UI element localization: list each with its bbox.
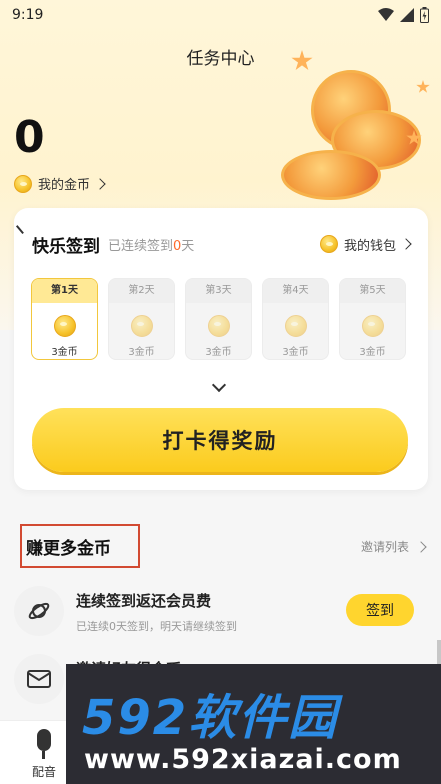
task-desc: 已连续0天签到，明天请继续签到 — [76, 620, 237, 633]
chevron-right-icon — [94, 177, 106, 190]
day-amount: 3金币 — [51, 347, 78, 358]
day-label: 第5天 — [340, 279, 405, 303]
watermark-url: www.592xiazai.com — [84, 744, 402, 775]
status-icons — [378, 7, 429, 23]
coin-icon — [53, 315, 76, 337]
coin-icon — [14, 174, 32, 193]
watermark-brand: 592软件园 — [82, 690, 339, 746]
checkin-title-text: 快乐签到 — [32, 236, 100, 257]
wallet-link[interactable]: 我的钱包 — [319, 235, 412, 254]
coin-stack-illustration — [271, 40, 441, 210]
coin-icon — [319, 235, 338, 253]
battery-icon — [420, 7, 429, 23]
day-label: 第4天 — [263, 279, 328, 303]
my-coins-link[interactable]: 我的金币 — [14, 174, 106, 193]
day-amount: 3金币 — [128, 347, 155, 358]
planet-icon — [14, 586, 64, 636]
signal-icon — [400, 8, 414, 22]
day-label: 第2天 — [109, 279, 174, 303]
checkin-card: 快乐签到 已连续签到0天 我的钱包 第1天 3金币 第2天 3金币 第3天 3金… — [14, 208, 428, 490]
tab-voice-label: 配音 — [31, 765, 56, 779]
streak-text: 已连续签到0天 — [108, 235, 194, 254]
microphone-icon — [37, 729, 51, 759]
task-checkin-button[interactable]: 签到 — [346, 594, 414, 626]
mail-icon — [14, 654, 64, 704]
status-bar: 9:19 — [0, 0, 441, 30]
day-card-4[interactable]: 第4天 3金币 — [262, 278, 329, 360]
invite-list-label: 邀请列表 — [360, 540, 409, 554]
my-coins-label: 我的金币 — [38, 178, 91, 193]
tab-voice[interactable]: 配音 — [18, 729, 70, 780]
invite-list-link[interactable]: 邀请列表 — [360, 538, 427, 555]
earn-more-title-text: 赚更多金币 — [26, 538, 111, 559]
wallet-label: 我的钱包 — [343, 238, 396, 254]
streak-suffix: 天 — [181, 238, 195, 254]
status-time: 9:19 — [12, 7, 44, 23]
day-amount: 3金币 — [205, 347, 232, 358]
coin-balance: 0 — [14, 112, 45, 163]
streak-prefix: 已连续签到 — [108, 238, 174, 254]
sparkle-icon — [15, 219, 31, 234]
coin-icon — [207, 315, 230, 337]
checkin-days: 第1天 3金币 第2天 3金币 第3天 3金币 第4天 3金币 第5天 3金币 — [31, 278, 406, 360]
day-card-5[interactable]: 第5天 3金币 — [339, 278, 406, 360]
day-card-3[interactable]: 第3天 3金币 — [185, 278, 252, 360]
checkin-button[interactable]: 打卡得奖励 — [32, 408, 408, 472]
task-item-checkin-refund: 连续签到返还会员费 已连续0天签到，明天请继续签到 签到 — [14, 584, 428, 648]
checkin-title: 快乐签到 — [15, 219, 100, 257]
task-name: 连续签到返还会员费 — [76, 592, 212, 610]
coin-icon — [130, 315, 153, 337]
earn-more-title: 赚更多金币 — [20, 524, 140, 568]
wifi-icon — [378, 8, 394, 21]
day-label: 第3天 — [186, 279, 251, 303]
day-card-1[interactable]: 第1天 3金币 — [31, 278, 98, 360]
day-amount: 3金币 — [282, 347, 309, 358]
watermark-overlay: 592软件园 www.592xiazai.com — [66, 664, 441, 784]
checkin-header: 快乐签到 已连续签到0天 我的钱包 — [15, 219, 412, 258]
day-amount: 3金币 — [359, 347, 386, 358]
coin-icon — [284, 315, 307, 337]
day-card-2[interactable]: 第2天 3金币 — [108, 278, 175, 360]
expand-chevron-down-icon[interactable] — [211, 377, 227, 393]
coin-icon — [361, 315, 384, 337]
day-label: 第1天 — [32, 279, 97, 303]
chevron-right-icon — [400, 238, 412, 250]
chevron-right-icon — [415, 540, 427, 553]
